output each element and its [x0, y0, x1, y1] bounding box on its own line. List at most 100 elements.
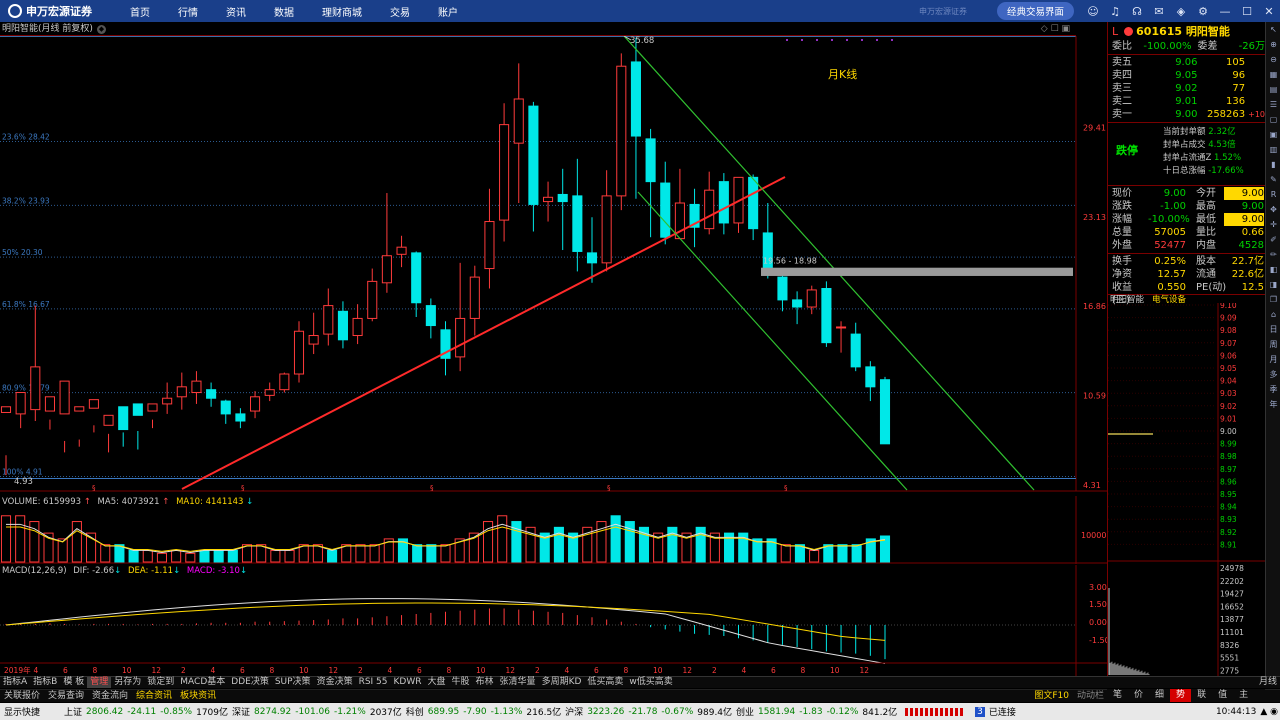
bars-icon[interactable]: ▮ [1266, 157, 1280, 172]
tab-save-as[interactable]: 另存为 [111, 677, 144, 688]
connection-status[interactable]: 已连接 [989, 705, 1016, 718]
menu-account[interactable]: 账户 [438, 4, 458, 19]
mail-icon[interactable]: ✉ [1148, 0, 1170, 22]
grid-icon[interactable]: ▦ [1266, 67, 1280, 82]
link-f10[interactable]: 图文F10 [1030, 690, 1073, 702]
chart-icon[interactable]: ▤ [1266, 82, 1280, 97]
sh-label[interactable]: 上证 [64, 705, 82, 718]
link-sector-news[interactable]: 板块资讯 [176, 690, 220, 702]
tab-rsi[interactable]: RSI 55 [356, 677, 391, 688]
hs-label[interactable]: 沪深 [565, 705, 583, 718]
week-icon[interactable]: 周 [1266, 337, 1280, 352]
tab-price[interactable]: 价 [1128, 689, 1149, 702]
tab-market[interactable]: 大盘 [425, 677, 449, 688]
sz-label[interactable]: 深证 [232, 705, 250, 718]
tab-indicator-a[interactable]: 指标A [0, 677, 30, 688]
link-fund-flow[interactable]: 资金流向 [88, 690, 132, 702]
broker-logo[interactable]: 申万宏源证券 [0, 0, 110, 22]
tab-zqh[interactable]: 张清华量 [497, 677, 539, 688]
tab-indicator-b[interactable]: 指标B [30, 677, 60, 688]
cube-icon[interactable]: ◧ [1266, 262, 1280, 277]
move-icon[interactable]: ✥ [1266, 202, 1280, 217]
sell-row[interactable]: 卖四 9.05 96 [1108, 69, 1265, 82]
pencil-icon[interactable]: ✏ [1266, 247, 1280, 262]
multi-icon[interactable]: 多 [1266, 367, 1280, 382]
user-icon[interactable]: ☺ [1082, 0, 1104, 22]
close-icon[interactable]: ✕ [1258, 0, 1280, 22]
table-icon[interactable]: ▥ [1266, 142, 1280, 157]
kc-label[interactable]: 科创 [406, 705, 424, 718]
stock-code[interactable]: 601615 [1136, 25, 1182, 38]
tab-macd-basic[interactable]: MACD基本 [177, 677, 228, 688]
menu-home[interactable]: 首页 [130, 4, 150, 19]
skin-icon[interactable]: ◈ [1170, 0, 1192, 22]
bell-icon[interactable]: ♫ [1104, 0, 1126, 22]
menu-quotes[interactable]: 行情 [178, 4, 198, 19]
tab-trades[interactable]: 笔 [1107, 689, 1128, 702]
tab-multi-kd[interactable]: 多周期KD [539, 677, 585, 688]
tab-template[interactable]: 模 板 [60, 677, 87, 688]
home-icon[interactable]: ⌂ [1266, 307, 1280, 322]
sell-row[interactable]: 卖五 9.06 105 [1108, 56, 1265, 69]
tab-boll[interactable]: 布林 [473, 677, 497, 688]
tray-icons[interactable]: ▲ ◉ [1260, 707, 1278, 717]
tab-fund[interactable]: 资金决策 [314, 677, 356, 688]
day-icon[interactable]: 日 [1266, 322, 1280, 337]
tab-kdwr[interactable]: KDWR [391, 677, 425, 688]
tab-buy-low[interactable]: 低买高卖 [584, 677, 626, 688]
stack-icon[interactable]: ▣ [1266, 127, 1280, 142]
quarter-icon[interactable]: 季 [1266, 382, 1280, 397]
tab-main[interactable]: 主 [1233, 689, 1254, 702]
year-icon[interactable]: 年 [1266, 397, 1280, 412]
link-trade-query[interactable]: 交易查询 [44, 690, 88, 702]
shortcut-toggle[interactable]: 显示快捷 [4, 705, 40, 718]
tab-link[interactable]: 联 [1191, 689, 1212, 702]
sell-row[interactable]: 卖二 9.01 136 [1108, 95, 1265, 108]
tab-detail[interactable]: 细 [1149, 689, 1170, 702]
sell-row[interactable]: 卖三 9.02 77 [1108, 82, 1265, 95]
tab-lock-to[interactable]: 锁定到 [144, 677, 177, 688]
window-icon[interactable]: ▢ [1266, 112, 1280, 127]
sell-row[interactable]: 卖一 9.00 258263 +10 [1108, 108, 1265, 121]
classic-trade-button[interactable]: 经典交易界面 [996, 2, 1074, 20]
tab-w-buy-low[interactable]: w低买高卖 [626, 677, 675, 688]
cy-label[interactable]: 创业 [736, 705, 754, 718]
rsi-icon[interactable]: R [1266, 187, 1280, 202]
link-dynamic[interactable]: 动动栏 [1073, 690, 1108, 702]
list-icon[interactable]: ☰ [1266, 97, 1280, 112]
pen-icon[interactable]: ✐ [1266, 232, 1280, 247]
maximize-icon[interactable]: ☐ [1236, 0, 1258, 22]
arrow-icon[interactable]: ↖ [1266, 22, 1280, 37]
intraday-mini-chart[interactable]: 9.10 9.09 9.08 9.07 9.06 9.05 9.04 9.03 9.02 9.01… [1108, 303, 1265, 676]
stock-name[interactable]: 明阳智能 [1186, 23, 1230, 39]
tab-manage[interactable]: 管理 [87, 677, 112, 688]
note-icon[interactable]: ✎ [1266, 172, 1280, 187]
settings-icon[interactable]: ⚙ [1192, 0, 1214, 22]
zoom-in-icon[interactable]: ⊕ [1266, 37, 1280, 52]
minimize-icon[interactable]: — [1214, 0, 1236, 22]
crosshair-icon[interactable]: ✛ [1266, 217, 1280, 232]
tab-bull[interactable]: 牛股 [449, 677, 473, 688]
volume-chart[interactable]: 10000 [0, 496, 1107, 564]
link-related-quote[interactable]: 关联报价 [0, 690, 44, 702]
kline-chart[interactable]: 23.6% 28.42 38.2% 23.93 50% 20.30 61.8% 16.… [0, 36, 1107, 496]
tab-trend[interactable]: 势 [1170, 689, 1192, 702]
layer-icon[interactable]: ◨ [1266, 277, 1280, 292]
settings-dot-icon[interactable]: ◆ [96, 25, 106, 34]
tab-dde[interactable]: DDE决策 [228, 677, 272, 688]
macd-chart[interactable]: 3.001.500.00-1.502019年468101224681012246… [0, 565, 1107, 676]
zoom-out-icon[interactable]: ⊖ [1266, 52, 1280, 67]
period-text[interactable]: 月线 [1256, 677, 1280, 688]
mini-volume-axis-label: 8326 [1220, 641, 1239, 650]
menu-data[interactable]: 数据 [274, 4, 294, 19]
menu-trade[interactable]: 交易 [390, 4, 410, 19]
chart-window-tools[interactable]: ◇ ☐ ▣ [1041, 22, 1070, 36]
menu-wealth-mall[interactable]: 理财商城 [322, 4, 362, 19]
tab-value[interactable]: 值 [1212, 689, 1233, 702]
month-icon[interactable]: 月 [1266, 352, 1280, 367]
headset-icon[interactable]: ☊ [1126, 0, 1148, 22]
menu-news[interactable]: 资讯 [226, 4, 246, 19]
link-news[interactable]: 综合资讯 [132, 690, 176, 702]
tab-sup[interactable]: SUP决策 [272, 677, 314, 688]
copy-icon[interactable]: ❐ [1266, 292, 1280, 307]
